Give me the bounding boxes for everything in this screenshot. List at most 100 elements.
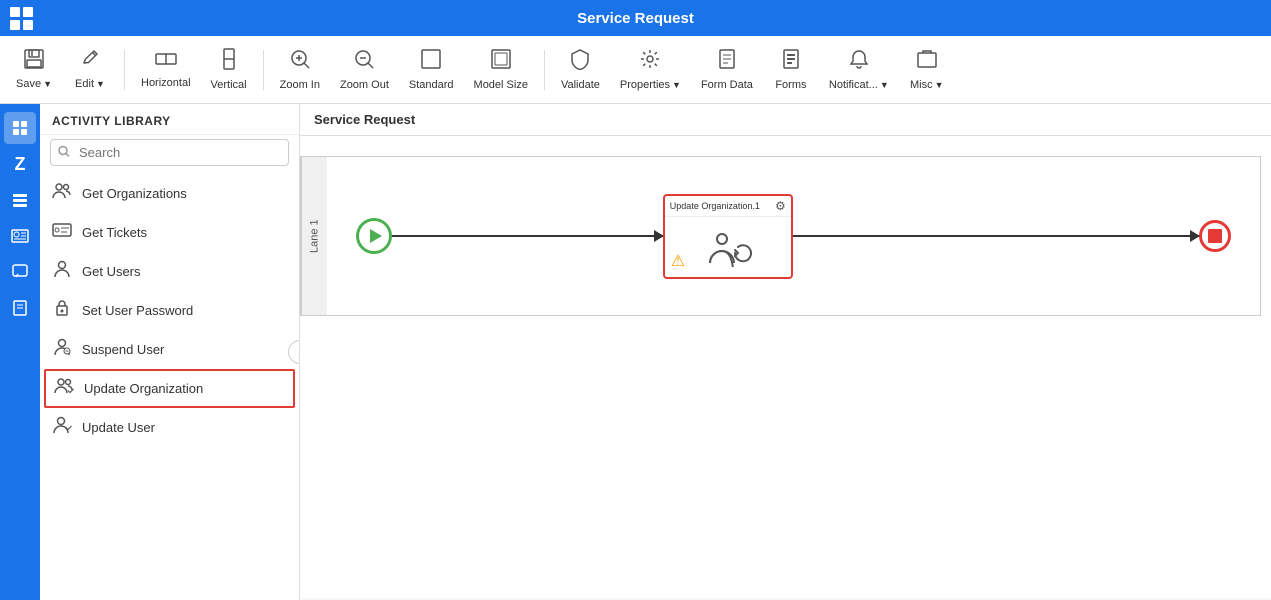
activity-node-header: Update Organization.1 ⚙	[665, 196, 791, 217]
toolbar-divider-2	[263, 50, 264, 90]
update-user-label: Update User	[82, 420, 155, 435]
list-item-set-user-password[interactable]: Set User Password	[40, 291, 299, 330]
form-data-icon	[716, 48, 738, 76]
app-header: Service Request	[0, 0, 1271, 36]
misc-button[interactable]: Misc ▼	[901, 44, 953, 95]
list-item-suspend-user[interactable]: Suspend User	[40, 330, 299, 369]
nav-id-icon[interactable]	[4, 220, 36, 252]
flow-arrow-2	[793, 235, 1199, 237]
validate-icon	[569, 48, 591, 76]
standard-label: Standard	[409, 79, 454, 91]
list-item-get-users[interactable]: Get Users	[40, 252, 299, 291]
misc-icon	[916, 48, 938, 76]
vertical-button[interactable]: Vertical	[203, 44, 255, 95]
nav-book-icon[interactable]	[4, 292, 36, 324]
search-input[interactable]	[50, 139, 289, 166]
zoom-out-button[interactable]: Zoom Out	[332, 44, 397, 95]
standard-button[interactable]: Standard	[401, 44, 462, 95]
activity-body-icon	[704, 227, 752, 267]
toolbar-divider-3	[544, 50, 545, 90]
forms-button[interactable]: Forms	[765, 44, 817, 95]
nav-zendesk-icon[interactable]: Z	[4, 148, 36, 180]
library-separator	[40, 134, 299, 135]
get-users-label: Get Users	[82, 264, 141, 279]
notifications-arrow: ▼	[880, 80, 889, 90]
edit-arrow: ▼	[96, 79, 105, 89]
standard-icon	[420, 48, 442, 76]
main-content: Z Activity Library	[0, 104, 1271, 600]
save-label: Save	[16, 78, 41, 90]
get-organizations-label: Get Organizations	[82, 186, 187, 201]
list-item-get-organizations[interactable]: Get Organizations	[40, 174, 299, 213]
form-data-button[interactable]: Form Data	[693, 44, 761, 95]
zoom-in-button[interactable]: Zoom In	[272, 44, 328, 95]
validate-button[interactable]: Validate	[553, 44, 608, 95]
activity-node-body: ⚠	[665, 217, 791, 277]
get-tickets-label: Get Tickets	[82, 225, 147, 240]
edit-button[interactable]: Edit ▼	[64, 45, 116, 94]
zoom-in-icon	[289, 48, 311, 76]
properties-label: Properties	[620, 79, 670, 91]
update-organization-icon	[54, 377, 74, 400]
suspend-user-label: Suspend User	[82, 342, 164, 357]
model-size-button[interactable]: Model Size	[466, 44, 536, 95]
save-icon	[23, 49, 45, 75]
set-user-password-icon	[52, 299, 72, 322]
library-list: Get Organizations Get Tickets Get Users	[40, 174, 299, 600]
header-title: Service Request	[577, 10, 694, 27]
end-node	[1199, 220, 1231, 252]
set-user-password-label: Set User Password	[82, 303, 193, 318]
model-size-label: Model Size	[474, 79, 528, 91]
activity-settings-icon[interactable]: ⚙	[775, 199, 786, 213]
canvas-content[interactable]: Lane 1 Update Organization.1 ⚙ ⚠	[300, 136, 1271, 598]
zoom-out-icon	[353, 48, 375, 76]
save-arrow: ▼	[43, 79, 52, 89]
notifications-icon	[848, 48, 870, 76]
toolbar: Save ▼ Edit ▼ Horizontal Vertical Zoom	[0, 36, 1271, 104]
flow-arrow-1	[392, 235, 663, 237]
activity-node[interactable]: Update Organization.1 ⚙ ⚠	[663, 194, 793, 279]
play-icon	[370, 229, 382, 243]
forms-label: Forms	[775, 79, 806, 91]
toolbar-divider-1	[124, 50, 125, 90]
app-grid-icon[interactable]	[10, 7, 33, 30]
validate-label: Validate	[561, 79, 600, 91]
nav-list-icon[interactable]	[4, 184, 36, 216]
properties-button[interactable]: Properties ▼	[612, 44, 689, 95]
lane-label: Lane 1	[301, 157, 327, 315]
list-item-update-organization[interactable]: Update Organization	[44, 369, 295, 408]
notifications-label: Notificat...	[829, 79, 878, 91]
activity-node-title: Update Organization.1	[670, 201, 760, 211]
nav-strip: Z	[0, 104, 40, 600]
list-item-update-user[interactable]: Update User	[40, 408, 299, 447]
misc-arrow: ▼	[935, 80, 944, 90]
get-users-icon	[52, 260, 72, 283]
model-size-icon	[490, 48, 512, 76]
canvas-title: Service Request	[300, 104, 1271, 136]
edit-label: Edit	[75, 78, 94, 90]
stop-icon	[1208, 229, 1222, 243]
get-organizations-icon	[52, 182, 72, 205]
library-header: Activity Library	[40, 104, 299, 134]
update-user-icon	[52, 416, 72, 439]
suspend-user-icon	[52, 338, 72, 361]
zoom-out-label: Zoom Out	[340, 79, 389, 91]
activity-library-panel: Activity Library Get Organizations Get	[40, 104, 300, 600]
forms-icon	[780, 48, 802, 76]
flow-container: Update Organization.1 ⚙ ⚠	[326, 156, 1261, 316]
nav-chat-icon[interactable]	[4, 256, 36, 288]
nav-home-icon[interactable]	[4, 112, 36, 144]
start-node	[356, 218, 392, 254]
horizontal-button[interactable]: Horizontal	[133, 46, 199, 93]
edit-icon	[80, 49, 100, 75]
get-tickets-icon	[52, 221, 72, 244]
notifications-button[interactable]: Notificat... ▼	[821, 44, 897, 95]
list-item-get-tickets[interactable]: Get Tickets	[40, 213, 299, 252]
canvas-area: Service Request Lane 1 Update Organizati…	[300, 104, 1271, 600]
misc-label: Misc	[910, 79, 933, 91]
horizontal-label: Horizontal	[141, 77, 191, 89]
search-icon	[58, 145, 70, 160]
save-button[interactable]: Save ▼	[8, 45, 60, 94]
update-organization-label: Update Organization	[84, 381, 203, 396]
properties-arrow: ▼	[672, 80, 681, 90]
